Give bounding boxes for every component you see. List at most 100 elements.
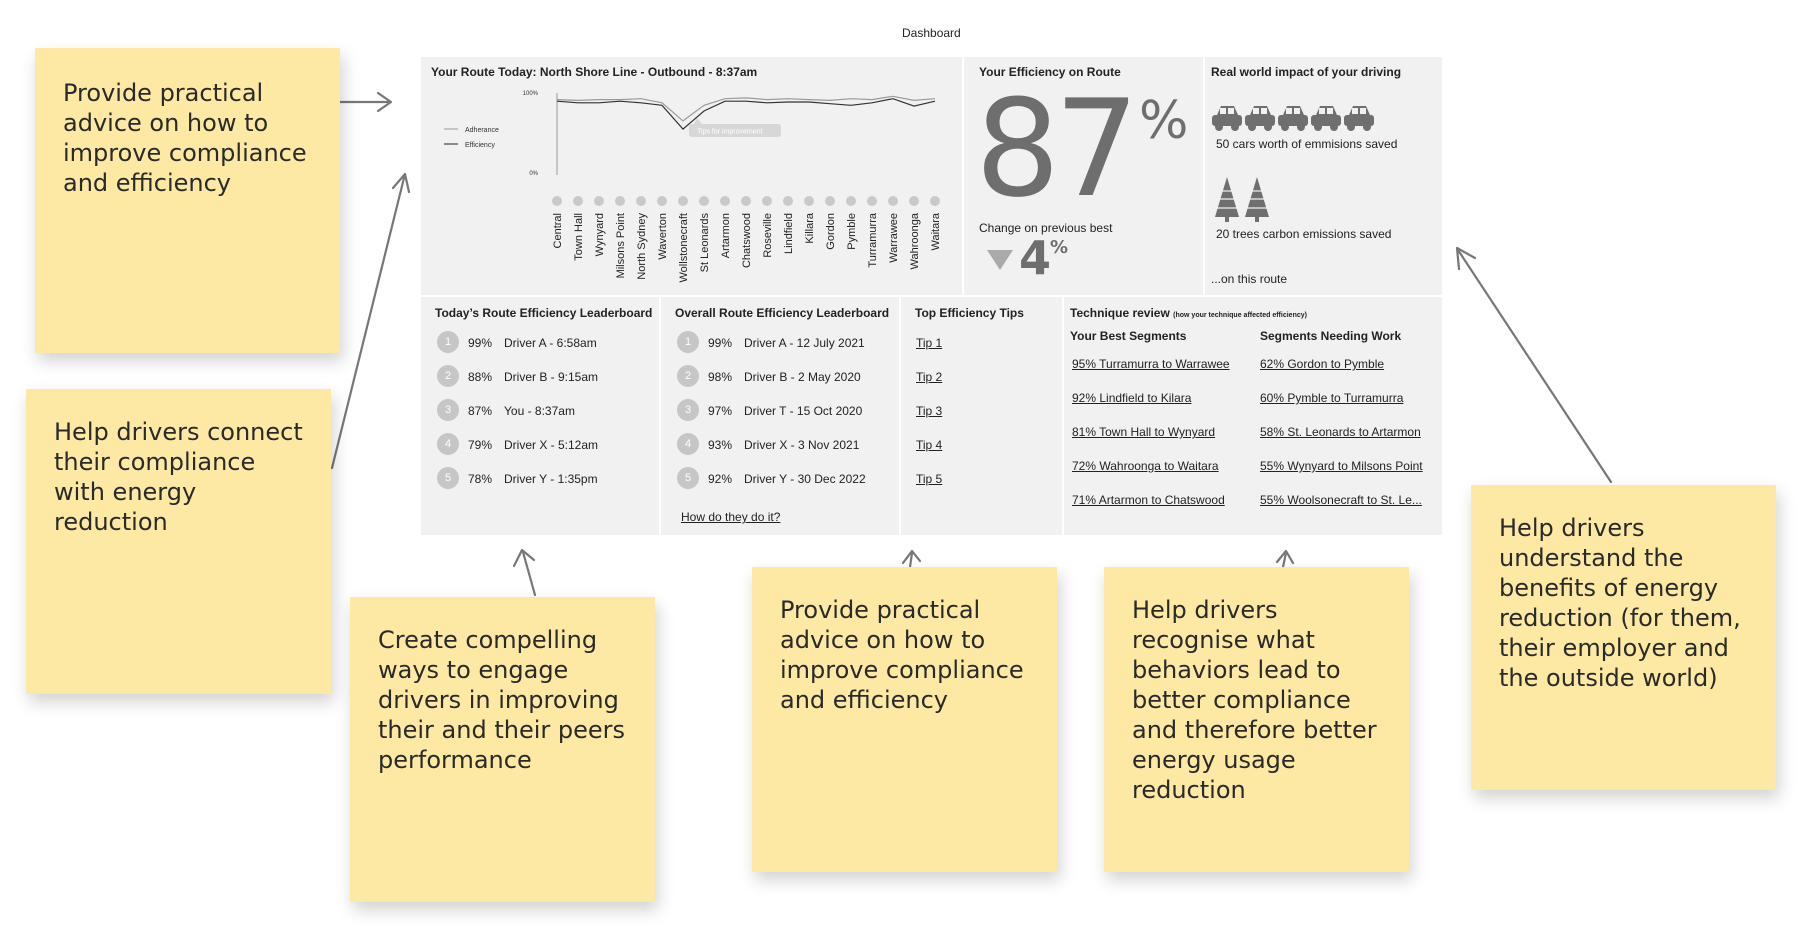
station-label: Warrawee: [888, 213, 900, 263]
best-segment-link[interactable]: 71% Artarmon to Chatswood: [1072, 493, 1225, 507]
rank-percent: 87%: [468, 404, 493, 418]
work-segment-link[interactable]: 55% Wynyard to Milsons Point: [1260, 459, 1423, 473]
rank-percent: 92%: [708, 472, 733, 486]
station-dot[interactable]: [594, 196, 604, 206]
trees-text: 20 trees carbon emissions saved: [1216, 227, 1392, 241]
tree-icons: [1215, 177, 1269, 222]
driver-name: Driver B - 2 May 2020: [744, 370, 861, 384]
driver-name: You - 8:37am: [504, 404, 575, 418]
station-dot[interactable]: [846, 196, 856, 206]
station-dot[interactable]: [573, 196, 583, 206]
rank-badge: 4: [437, 433, 459, 455]
station-dot[interactable]: [636, 196, 646, 206]
change-unit: %: [1050, 237, 1069, 258]
rank-badge: 2: [677, 365, 699, 387]
sticky-note: Help drivers connect their compliance wi…: [26, 389, 331, 694]
rank-badge: 1: [437, 331, 459, 353]
driver-name: Driver X - 3 Nov 2021: [744, 438, 860, 452]
tip-link[interactable]: Tip 2: [916, 370, 942, 384]
sticky-note: Create compelling ways to engage drivers…: [350, 597, 655, 902]
rank-badge: 5: [677, 467, 699, 489]
route-chart: Adherance Efficiency 100% 0% Central Town…: [444, 91, 942, 283]
station-dot[interactable]: [867, 196, 877, 206]
y-bottom-label: 0%: [529, 171, 538, 177]
station-dot[interactable]: [930, 196, 940, 206]
station-dot[interactable]: [825, 196, 835, 206]
rank-percent: 88%: [468, 370, 493, 384]
sticky-note: Help drivers recognise what behaviors le…: [1104, 567, 1409, 872]
tree-icon: [1245, 177, 1269, 222]
station-label: Milsons Point: [615, 213, 627, 278]
arrow-4: [901, 549, 922, 569]
work-segment-link[interactable]: 58% St. Leonards to Artarmon: [1260, 425, 1421, 439]
best-segment-link[interactable]: 72% Wahroonga to Waitara: [1072, 459, 1219, 473]
technique-title: Technique review (how your technique aff…: [1070, 306, 1307, 320]
down-triangle-icon: [987, 250, 1013, 270]
station-label: Waitara: [930, 212, 942, 250]
station-label: Gordon: [825, 213, 837, 250]
station-dot[interactable]: [678, 196, 688, 206]
best-segment-link[interactable]: 95% Turramurra to Warrawee: [1072, 357, 1230, 371]
work-segment-link[interactable]: 60% Pymble to Turramurra: [1260, 391, 1403, 405]
station-dot[interactable]: [657, 196, 667, 206]
station-label: Town Hall: [573, 213, 585, 261]
tip-link[interactable]: Tip 1: [916, 336, 942, 350]
best-segment-link[interactable]: 81% Town Hall to Wynyard: [1072, 425, 1215, 439]
station-label: Central: [552, 213, 564, 248]
station-dot[interactable]: [552, 196, 562, 206]
station-dot[interactable]: [741, 196, 751, 206]
driver-name: Driver X - 5:12am: [504, 438, 599, 452]
impact-title: Real world impact of your driving: [1211, 65, 1402, 79]
overall-leaderboard-title: Overall Route Efficiency Leaderboard: [675, 306, 890, 320]
rank-badge: 3: [677, 399, 699, 421]
station-label: Roseville: [762, 213, 774, 258]
best-segment-link[interactable]: 92% Lindfield to Kilara: [1072, 391, 1191, 405]
tooltip-text: Tips for improvement: [697, 129, 763, 136]
arrow-1: [338, 91, 393, 113]
station-dot[interactable]: [615, 196, 625, 206]
station-label: Artarmon: [720, 213, 732, 258]
station-dot[interactable]: [888, 196, 898, 206]
route-panel: Your Route Today: North Shore Line - Out…: [421, 57, 962, 295]
work-segments-title: Segments Needing Work: [1260, 329, 1402, 343]
overall-leaderboard: Overall Route Efficiency Leaderboard 1 99…: [661, 297, 899, 535]
sticky-note: Provide practical advice on how to impro…: [35, 48, 340, 353]
efficiency-value: 87: [975, 71, 1139, 227]
technique-panel: Technique review (how your technique aff…: [1064, 297, 1442, 535]
tips-panel: Top Efficiency Tips Tip 1 Tip 2 Tip 3 Tip 4…: [901, 297, 1062, 535]
station-dot[interactable]: [909, 196, 919, 206]
series-line-adherance: [556, 95, 936, 122]
efficiency-panel: Your Efficiency on Route 87 % Change on …: [964, 57, 1203, 295]
best-segments-title: Your Best Segments: [1070, 329, 1187, 343]
change-value: 4: [1019, 231, 1052, 285]
rank-percent: 98%: [708, 370, 733, 384]
work-segment-link[interactable]: 55% Woolsonecraft to St. Le...: [1260, 493, 1422, 507]
tip-link[interactable]: Tip 3: [916, 404, 942, 418]
car-icons: [1212, 106, 1374, 131]
station-dot[interactable]: [762, 196, 772, 206]
tooltip[interactable]: Tips for improvement: [689, 118, 781, 137]
station-dot[interactable]: [720, 196, 730, 206]
sticky-note: Help drivers understand the benefits of …: [1471, 485, 1776, 790]
rank-percent: 79%: [468, 438, 493, 452]
station-dot[interactable]: [804, 196, 814, 206]
station-label: Waverton: [657, 213, 669, 260]
driver-name: Driver Y - 1:35pm: [504, 472, 598, 486]
car-icon: [1245, 106, 1275, 131]
rank-badge: 3: [437, 399, 459, 421]
car-icon: [1344, 106, 1374, 131]
car-icon: [1278, 106, 1308, 131]
tip-link[interactable]: Tip 5: [916, 472, 942, 486]
legend-efficiency: Efficiency: [465, 142, 495, 149]
how-do-they-do-it-link[interactable]: How do they do it?: [681, 510, 780, 524]
work-segment-link[interactable]: 62% Gordon to Pymble: [1260, 357, 1384, 371]
station-label: Chatswood: [741, 213, 753, 268]
sticky-note: Provide practical advice on how to impro…: [752, 567, 1057, 872]
technique-subtitle: (how your technique affected efficiency): [1173, 312, 1307, 319]
station-label: Wahroonga: [909, 212, 921, 269]
tip-link[interactable]: Tip 4: [916, 438, 942, 452]
arrow-6: [1455, 246, 1613, 484]
station-dot[interactable]: [699, 196, 709, 206]
station-dot[interactable]: [783, 196, 793, 206]
driver-name: Driver B - 9:15am: [504, 370, 599, 384]
